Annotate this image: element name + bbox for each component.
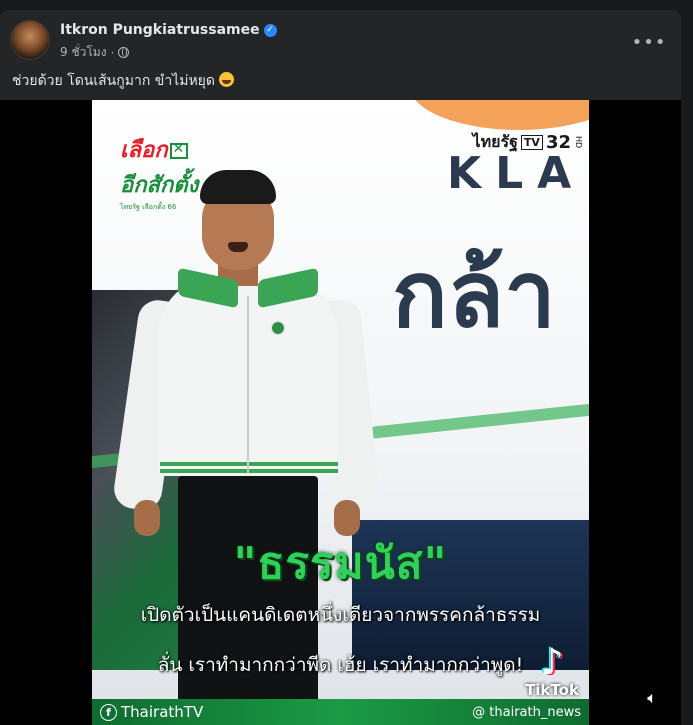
more-options-button[interactable]: ••• bbox=[632, 28, 666, 56]
election-logo-line1: เลือก bbox=[120, 138, 168, 163]
hd-label: HD bbox=[574, 136, 583, 149]
post-time[interactable]: 9 ชั่วโมง bbox=[60, 43, 107, 62]
speaker-zipper bbox=[247, 296, 249, 474]
thairath-brand: ไทยรัฐ bbox=[472, 132, 518, 151]
party-badge-icon bbox=[270, 320, 286, 336]
backdrop-orange-shape bbox=[409, 100, 589, 130]
author-name-row: Itkron Pungkiatrussamee ✓ bbox=[60, 22, 277, 38]
speaker-muted-icon: 🔈︎ bbox=[647, 688, 657, 707]
post-card: Itkron Pungkiatrussamee ✓ 9 ชั่วโมง · ••… bbox=[0, 10, 681, 725]
thairath-tv-logo: ไทยรัฐ TV 32 HD bbox=[473, 130, 583, 155]
verified-badge-icon: ✓ bbox=[263, 23, 277, 37]
author-name[interactable]: Itkron Pungkiatrussamee bbox=[60, 22, 260, 38]
video-bottom-bar: f ThairathTV @ thairath_news bbox=[92, 699, 589, 725]
backdrop-text-thai: กล้า bbox=[392, 241, 556, 348]
meta-separator: · bbox=[110, 45, 115, 60]
globe-icon bbox=[118, 47, 130, 58]
tiktok-watermark: ♪ TikTok bbox=[520, 642, 584, 700]
video-title-caption: "ธรรมนัส" bbox=[233, 538, 448, 589]
tiktok-handle: @ thairath_news bbox=[472, 704, 581, 720]
laughing-emoji-icon bbox=[218, 72, 234, 87]
post-caption: ช่วยด้วย โดนเส้นกูมาก ขำไม่หยุด bbox=[12, 70, 234, 92]
backdrop-text-latin: KLA bbox=[447, 148, 586, 199]
facebook-handle-text: ThairathTV bbox=[121, 703, 204, 721]
video-subtitle-line1: เปิดตัวเป็นแคนดิเดตหนึ่งเดียวจากพรรคกล้า… bbox=[140, 604, 541, 626]
video-frame: KLA กล้า เลือก อีกสักตั้ง ไทยรัฐ เลือกตั… bbox=[92, 100, 589, 725]
more-dots-icon: ••• bbox=[631, 31, 667, 53]
tv-label: TV bbox=[520, 135, 543, 150]
caption-text: ช่วยด้วย โดนเส้นกูมาก ขำไม่หยุด bbox=[12, 73, 215, 89]
speaker-figure bbox=[111, 170, 382, 725]
post-header: Itkron Pungkiatrussamee ✓ 9 ชั่วโมง · ••… bbox=[10, 20, 671, 64]
checkbox-icon bbox=[169, 141, 188, 159]
mute-button[interactable]: 🔈︎ bbox=[641, 687, 663, 709]
post-meta: 9 ชั่วโมง · bbox=[60, 43, 130, 62]
facebook-handle: f ThairathTV bbox=[100, 703, 203, 721]
video-subtitle-line2: ลั่น เราทำมากกว่าพีด เฮ้ย เราทำมากกว่าพู… bbox=[157, 654, 524, 676]
channel-number: 32 bbox=[545, 132, 571, 153]
author-avatar[interactable] bbox=[10, 20, 50, 60]
speaker-jacket-hem bbox=[160, 462, 338, 476]
tiktok-icon: ♪ bbox=[540, 642, 564, 683]
speaker-hair bbox=[200, 170, 276, 204]
speaker-mouth bbox=[228, 242, 248, 252]
facebook-icon: f bbox=[100, 703, 117, 721]
tiktok-label: TikTok bbox=[525, 681, 579, 699]
video-player[interactable]: KLA กล้า เลือก อีกสักตั้ง ไทยรัฐ เลือกตั… bbox=[0, 100, 681, 725]
